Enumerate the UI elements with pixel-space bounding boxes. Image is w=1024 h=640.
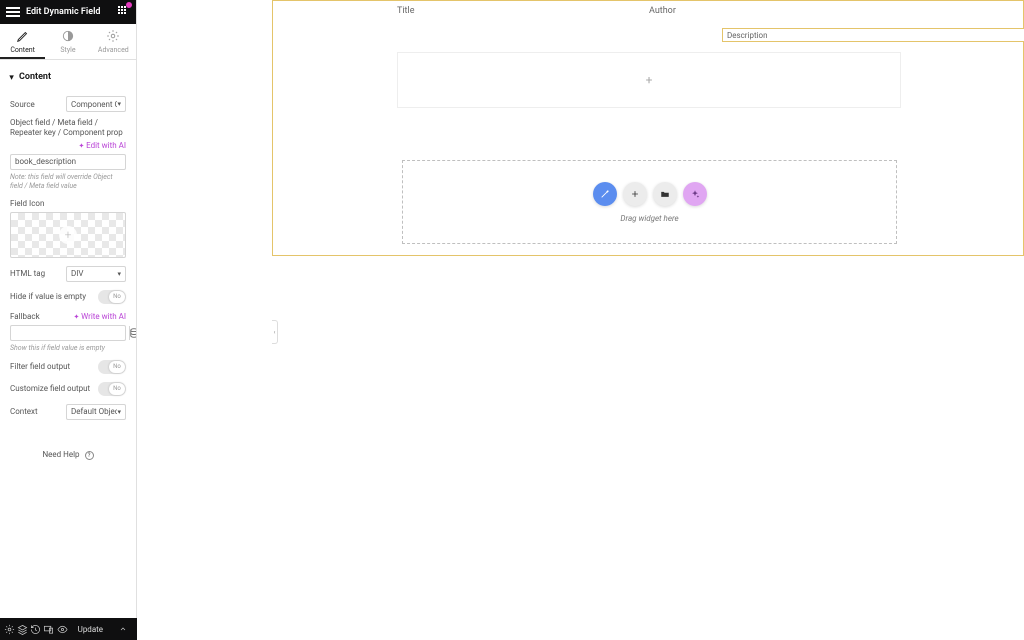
panel-footer: Update xyxy=(0,618,137,640)
folder-icon xyxy=(660,189,670,199)
plus-icon: + xyxy=(59,226,77,244)
wand-icon xyxy=(600,189,610,199)
columns-header: Title Author xyxy=(397,6,901,16)
drop-zone[interactable]: Drag widget here xyxy=(402,160,897,244)
source-row: Source Component Co ▾ xyxy=(10,96,126,112)
need-help-link[interactable]: Need Help ? xyxy=(10,450,126,460)
fallback-input[interactable] xyxy=(11,326,129,339)
update-options-button[interactable] xyxy=(113,625,133,633)
chevron-up-icon xyxy=(119,625,127,633)
hide-empty-toggle[interactable]: No xyxy=(98,290,126,304)
filter-toggle[interactable]: No xyxy=(98,360,126,374)
tab-content[interactable]: Content xyxy=(0,24,45,59)
customize-row: Customize field output No xyxy=(10,382,126,396)
responsive-button[interactable] xyxy=(43,618,54,640)
add-template-button[interactable] xyxy=(653,182,677,206)
filter-row: Filter field output No xyxy=(10,360,126,374)
preview-button[interactable] xyxy=(57,618,68,640)
caret-icon: ▸ xyxy=(8,75,17,79)
ai-button[interactable] xyxy=(683,182,707,206)
tab-advanced[interactable]: Advanced xyxy=(91,24,136,59)
chevron-down-icon: ▾ xyxy=(117,100,121,108)
panel-body: ▸ Content Source Component Co ▾ Object f… xyxy=(0,60,136,618)
dynamic-field-preview[interactable]: Description xyxy=(722,28,1024,42)
panel-tabs: Content Style Advanced xyxy=(0,24,136,60)
hamburger-icon[interactable] xyxy=(6,5,20,19)
editor-panel: Edit Dynamic Field Content Style Advance… xyxy=(0,0,137,618)
preview-canvas: Title Author Description + xyxy=(137,0,1024,618)
update-button[interactable]: Update xyxy=(70,625,111,634)
chevron-down-icon: ▾ xyxy=(117,408,121,416)
fallback-hint: Show this if field value is empty xyxy=(10,344,126,352)
panel-title: Edit Dynamic Field xyxy=(26,7,118,17)
dynamic-tag-button[interactable] xyxy=(129,326,136,340)
empty-section[interactable]: + xyxy=(397,52,901,108)
object-field-input[interactable] xyxy=(10,154,126,170)
help-icon: ? xyxy=(85,451,94,460)
html-tag-select[interactable]: DIV ▾ xyxy=(66,266,126,282)
drop-zone-actions xyxy=(593,182,707,206)
fallback-input-wrap xyxy=(10,325,126,341)
panel-collapse-handle[interactable]: ‹ xyxy=(272,320,278,344)
col-author: Author xyxy=(649,6,901,16)
settings-button[interactable] xyxy=(4,618,15,640)
html-tag-row: HTML tag DIV ▾ xyxy=(10,266,126,282)
pencil-icon xyxy=(16,29,30,43)
tab-style[interactable]: Style xyxy=(45,24,90,59)
object-field-label: Object field / Meta field / Repeater key… xyxy=(10,118,126,139)
eye-icon xyxy=(57,624,68,635)
notification-dot xyxy=(126,2,132,8)
sparkle-icon xyxy=(690,189,700,199)
field-icon-label: Field Icon xyxy=(10,199,126,208)
section-toggle-content[interactable]: ▸ Content xyxy=(10,66,126,90)
gear-icon xyxy=(106,29,120,43)
navigator-button[interactable] xyxy=(17,618,28,640)
gear-icon xyxy=(4,624,15,635)
edit-with-ai-link[interactable]: Edit with AI xyxy=(10,141,126,150)
drop-zone-label: Drag widget here xyxy=(620,214,678,223)
stack-icon xyxy=(17,624,28,635)
add-section-button[interactable] xyxy=(593,182,617,206)
field-icon-upload[interactable]: + xyxy=(10,212,126,258)
fallback-row: Fallback Write with AI xyxy=(10,312,126,321)
plus-icon xyxy=(630,189,640,199)
col-title: Title xyxy=(397,6,649,16)
plus-icon: + xyxy=(646,73,653,87)
devices-icon xyxy=(43,624,54,635)
write-with-ai-link[interactable]: Write with AI xyxy=(74,312,126,321)
add-widget-button[interactable] xyxy=(623,182,647,206)
database-icon xyxy=(130,328,136,338)
history-icon xyxy=(30,624,41,635)
hide-empty-row: Hide if value is empty No xyxy=(10,290,126,304)
source-select[interactable]: Component Co ▾ xyxy=(66,96,126,112)
customize-toggle[interactable]: No xyxy=(98,382,126,396)
history-button[interactable] xyxy=(30,618,41,640)
chevron-down-icon: ▾ xyxy=(117,270,121,278)
context-select[interactable]: Default Object ▾ xyxy=(66,404,126,420)
contrast-icon xyxy=(61,29,75,43)
object-field-note: Note: this field will override Object fi… xyxy=(10,173,126,191)
context-row: Context Default Object ▾ xyxy=(10,404,126,420)
panel-header: Edit Dynamic Field xyxy=(0,0,136,24)
